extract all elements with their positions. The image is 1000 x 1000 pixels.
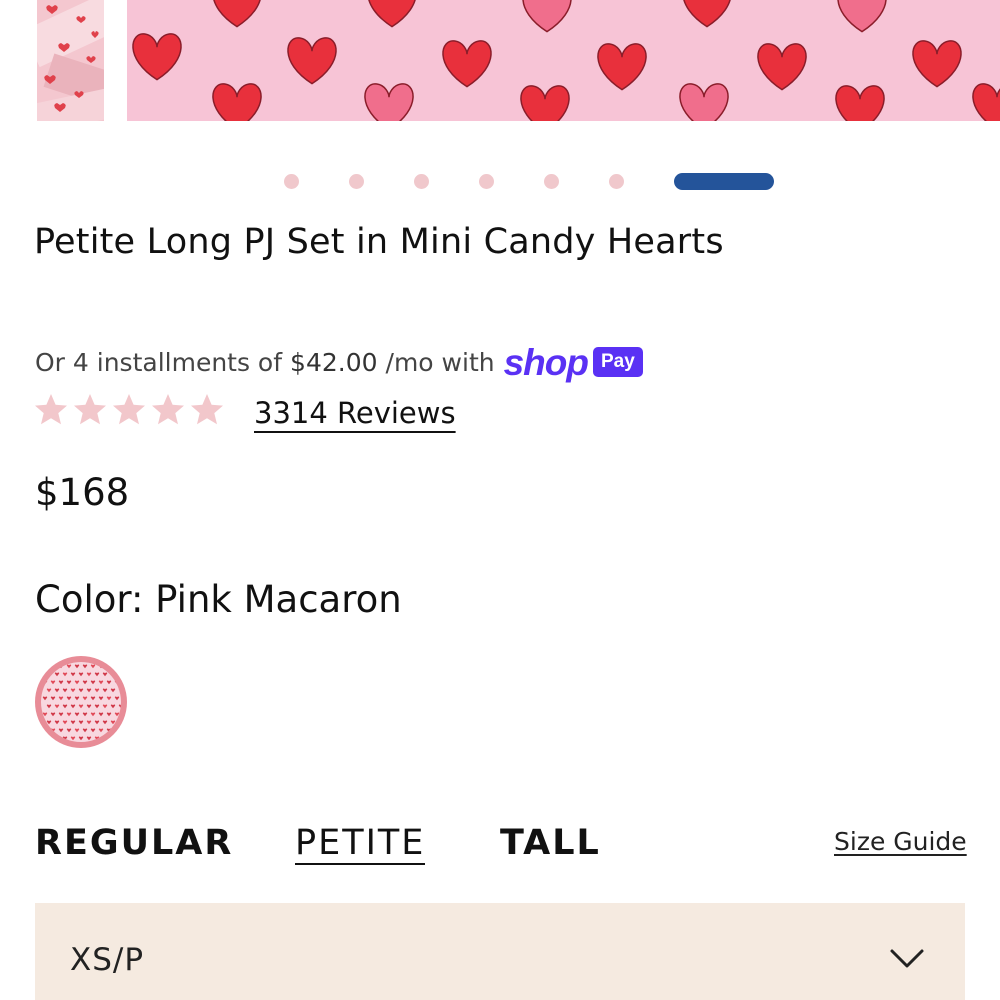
heart-shape (972, 83, 1000, 121)
product-image[interactable] (127, 0, 1000, 121)
size-select-value: XS/P (70, 942, 145, 978)
heart-shape (837, 0, 887, 33)
heart-shape (522, 0, 572, 33)
installments-amount: $42.00 (290, 347, 378, 377)
heart-shape (287, 37, 337, 85)
rating-stars[interactable] (34, 393, 229, 427)
heart-shape (212, 83, 262, 121)
installments-prefix: Or 4 installments of (35, 347, 283, 377)
pink-hearts-swatch-icon (41, 662, 121, 742)
reviews-link[interactable]: 3314 Reviews (254, 396, 456, 430)
fit-tab-regular[interactable]: REGULAR (35, 823, 233, 863)
fit-tab-tall[interactable]: TALL (500, 823, 601, 863)
fit-tab-petite[interactable]: PETITE (295, 823, 426, 865)
heart-shape (679, 83, 729, 121)
heart-shape (597, 43, 647, 91)
heart-shape (132, 33, 182, 81)
shop-pay-logo: shop (503, 341, 589, 383)
thumbnail-hearts-pattern (44, 5, 99, 112)
carousel-dot[interactable] (609, 174, 624, 189)
color-swatch-pink-macaron[interactable] (35, 656, 127, 748)
carousel-dot[interactable] (349, 174, 364, 189)
heart-shape (364, 83, 414, 121)
size-select[interactable]: XS/P (35, 903, 965, 1000)
heart-shape (213, 0, 261, 28)
heart-shape (520, 85, 570, 121)
size-guide-link[interactable]: Size Guide (834, 827, 967, 856)
star-icon (191, 394, 223, 425)
hearts-pattern (132, 0, 1000, 121)
heart-shape (368, 0, 416, 28)
star-icon (74, 394, 106, 425)
heart-shape (683, 0, 731, 28)
heart-shape (912, 40, 962, 88)
shop-pay-badge: Pay (592, 347, 643, 377)
heart-shape (757, 43, 807, 91)
carousel-dot[interactable] (674, 173, 774, 190)
heart-shape (835, 85, 885, 121)
star-icon (152, 394, 184, 425)
product-price: $168 (35, 471, 130, 514)
carousel-dot[interactable] (479, 174, 494, 189)
product-title: Petite Long PJ Set in Mini Candy Hearts (34, 222, 724, 262)
heart-shape (442, 40, 492, 88)
chevron-down-icon (890, 949, 924, 968)
carousel-dot[interactable] (414, 174, 429, 189)
carousel-dot[interactable] (284, 174, 299, 189)
star-icon (113, 394, 145, 425)
star-icon (35, 394, 67, 425)
product-thumbnail[interactable] (37, 0, 104, 121)
installments-info[interactable]: Or 4 installments of $42.00 /mo with sho… (35, 342, 643, 382)
installments-suffix: /mo with (385, 347, 495, 377)
carousel-dot[interactable] (544, 174, 559, 189)
color-label: Color: Pink Macaron (35, 578, 402, 621)
